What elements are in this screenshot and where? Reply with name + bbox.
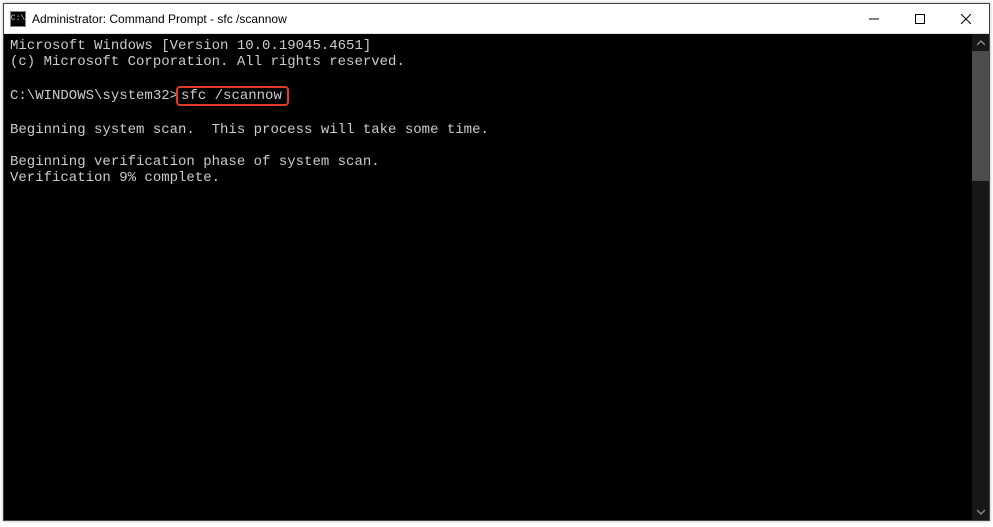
command-text: sfc /scannow xyxy=(181,88,282,104)
prompt-text: C:\WINDOWS\system32> xyxy=(10,88,178,104)
scrollbar-thumb[interactable] xyxy=(972,51,989,181)
chevron-down-icon xyxy=(977,508,985,516)
titlebar[interactable]: C:\ Administrator: Command Prompt - sfc … xyxy=(4,4,989,34)
chevron-up-icon xyxy=(977,39,985,47)
terminal-line: Verification 9% complete. xyxy=(10,170,220,186)
minimize-button[interactable] xyxy=(851,4,897,33)
close-icon xyxy=(961,14,971,24)
minimize-icon xyxy=(869,14,879,24)
scroll-down-button[interactable] xyxy=(972,503,989,520)
app-icon-text: C:\ xyxy=(11,14,25,23)
window-controls xyxy=(851,4,989,33)
command-highlight: sfc /scannow xyxy=(176,86,289,106)
command-prompt-window: C:\ Administrator: Command Prompt - sfc … xyxy=(3,3,990,521)
app-icon: C:\ xyxy=(10,11,26,27)
close-button[interactable] xyxy=(943,4,989,33)
vertical-scrollbar[interactable] xyxy=(972,34,989,520)
scrollbar-track[interactable] xyxy=(972,51,989,503)
terminal-content[interactable]: Microsoft Windows [Version 10.0.19045.46… xyxy=(4,34,972,520)
terminal-line: (c) Microsoft Corporation. All rights re… xyxy=(10,54,405,70)
scroll-up-button[interactable] xyxy=(972,34,989,51)
terminal-line: Beginning verification phase of system s… xyxy=(10,154,380,170)
maximize-icon xyxy=(915,14,925,24)
window-title: Administrator: Command Prompt - sfc /sca… xyxy=(32,12,851,26)
maximize-button[interactable] xyxy=(897,4,943,33)
terminal-line: Beginning system scan. This process will… xyxy=(10,122,489,138)
terminal-area: Microsoft Windows [Version 10.0.19045.46… xyxy=(4,34,989,520)
terminal-line: Microsoft Windows [Version 10.0.19045.46… xyxy=(10,38,371,54)
